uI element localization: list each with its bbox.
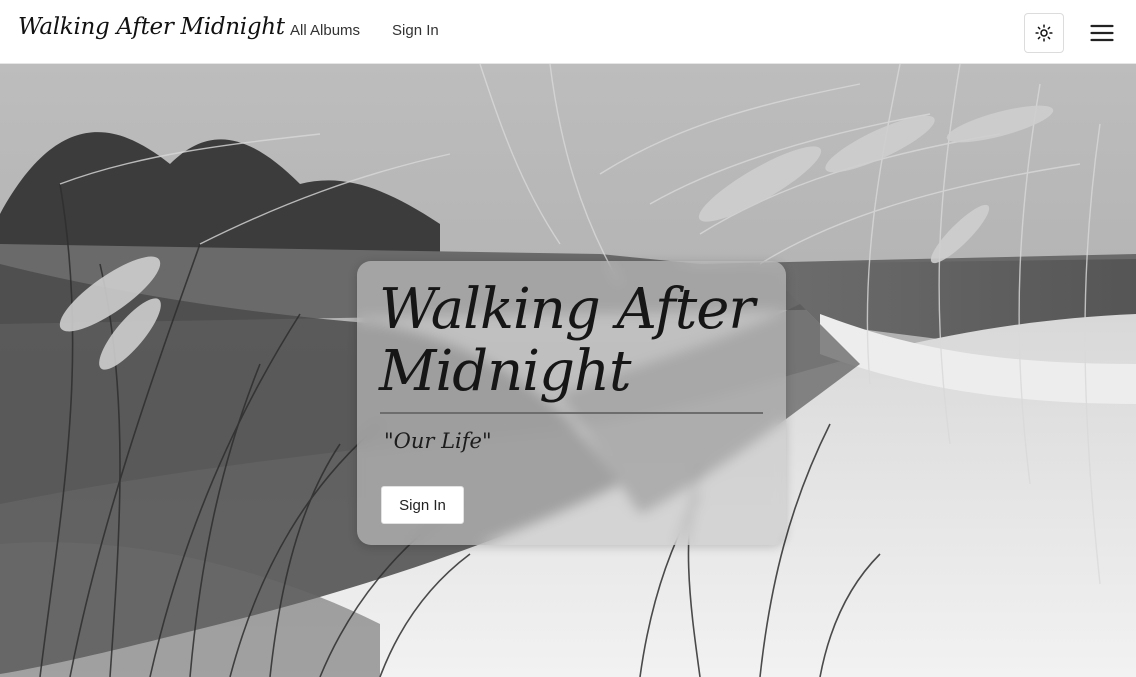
sun-icon [1035, 24, 1053, 42]
hero-sign-in-button[interactable]: Sign In [381, 486, 464, 524]
hero-title: Walking After Midnight [379, 277, 755, 404]
nav-link-sign-in[interactable]: Sign In [392, 22, 439, 39]
main-nav: All Albums Sign In [290, 22, 439, 39]
top-navbar: Walking After Midnight All Albums Sign I… [0, 0, 1136, 64]
hamburger-menu-button[interactable] [1088, 18, 1116, 48]
hero-section: Walking After Midnight "Our Life" Sign I… [0, 64, 1136, 677]
nav-link-all-albums[interactable]: All Albums [290, 22, 360, 39]
hero-card: Walking After Midnight "Our Life" Sign I… [357, 261, 786, 545]
divider [380, 412, 763, 414]
brand-logo[interactable]: Walking After Midnight [18, 14, 285, 40]
theme-toggle-button[interactable] [1024, 13, 1064, 53]
hero-subtitle: "Our Life" [384, 429, 492, 453]
hamburger-menu-icon [1090, 24, 1114, 42]
